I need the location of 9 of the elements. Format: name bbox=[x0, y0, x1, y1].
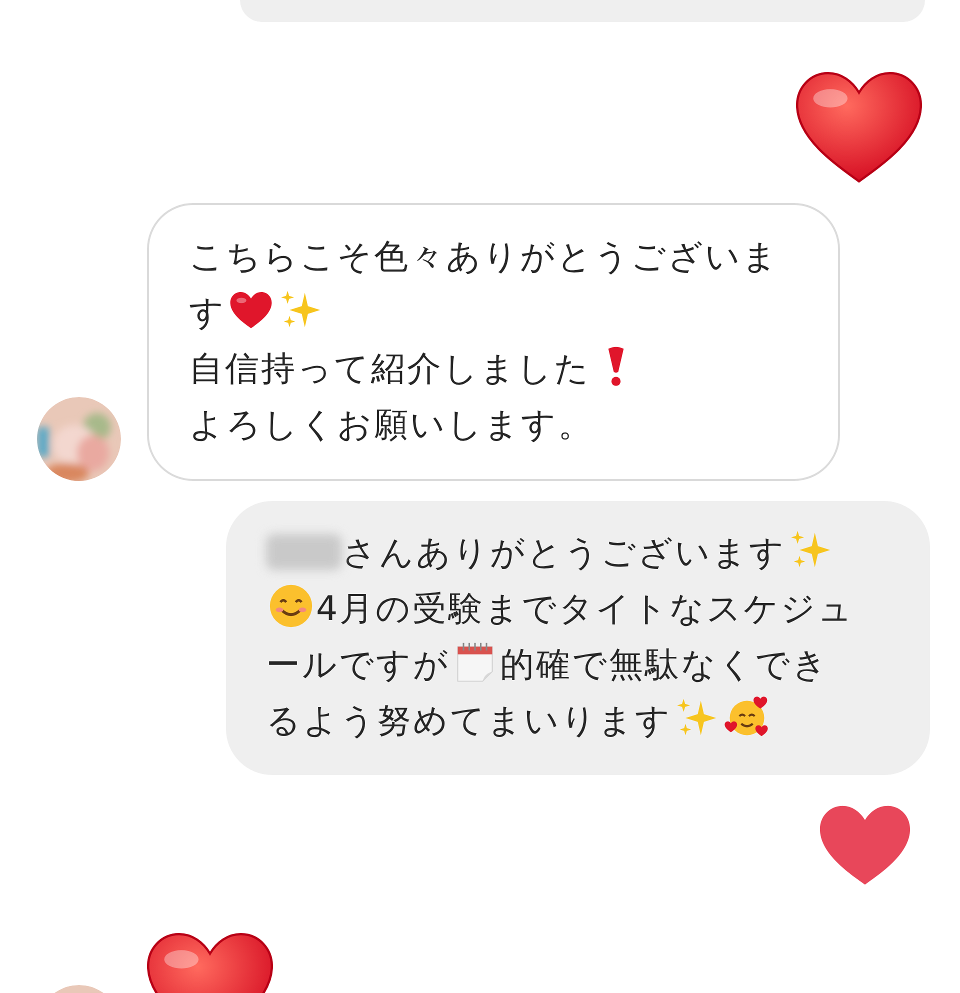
message-text: よろしくお願いします。 bbox=[189, 405, 594, 445]
message-text: こちらこそ色々ありがとうございま bbox=[189, 237, 779, 277]
message-text: るよう努めてまいります bbox=[266, 701, 672, 741]
message-text: 的確で無駄なくでき bbox=[500, 645, 829, 685]
message-text: す bbox=[189, 293, 226, 333]
message-text: ールですが bbox=[266, 645, 450, 685]
message-text: 4月の受験までタイトなスケジュ bbox=[316, 589, 855, 629]
message-text: さんありがとうございます bbox=[342, 533, 786, 573]
message-text: 自信持って紹介しました bbox=[189, 349, 591, 389]
